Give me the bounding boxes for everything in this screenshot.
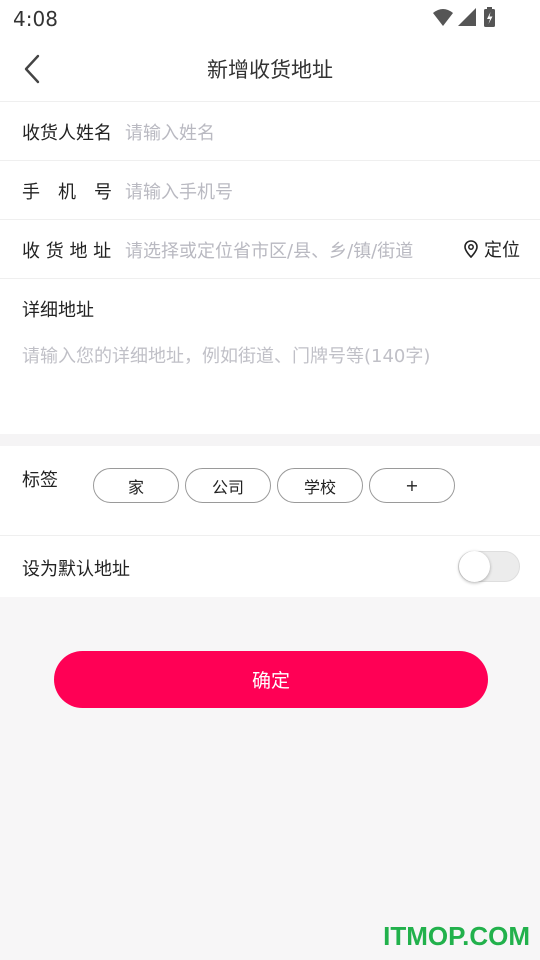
tag-company[interactable]: 公司 [185,468,271,503]
name-row: 收货人姓名 请输入姓名 [0,102,540,161]
phone-row: 手 机 号 请输入手机号 [0,161,540,220]
tag-home[interactable]: 家 [93,468,179,503]
detail-block: 详细地址 请输入您的详细地址，例如街道、门牌号等(140字) [0,279,540,434]
wifi-icon [433,9,453,26]
tag-list: 家 公司 学校 + [93,468,455,503]
tags-block: 标签 家 公司 学校 + [0,446,540,536]
region-row: 收 货 地 址 请选择或定位省市区/县、乡/镇/街道 定位 [0,220,540,279]
detail-label: 详细地址 [22,300,94,321]
region-select[interactable]: 请选择或定位省市区/县、乡/镇/街道 [125,237,413,263]
section-divider [0,434,540,446]
address-form: 收货人姓名 请输入姓名 手 机 号 请输入手机号 收 货 地 址 请选择或定位省… [0,102,540,597]
watermark: ITMOP.COM [383,921,530,951]
default-address-label: 设为默认地址 [22,559,130,580]
toggle-knob [459,551,490,582]
region-label: 收 货 地 址 [22,241,112,262]
header: 新增收货地址 [0,36,540,102]
locate-button[interactable]: 定位 [464,236,520,262]
add-tag-button[interactable]: + [369,468,455,503]
name-input[interactable]: 请输入姓名 [125,119,215,145]
tags-label: 标签 [22,470,58,491]
detail-input[interactable]: 请输入您的详细地址，例如街道、门牌号等(140字) [22,342,430,368]
phone-input[interactable]: 请输入手机号 [125,178,233,204]
locate-label: 定位 [484,240,520,261]
status-bar: 4:08 [0,0,540,36]
signal-icon [458,8,476,26]
default-address-toggle[interactable] [458,551,520,582]
battery-icon [484,7,495,27]
status-icons [432,7,502,29]
default-address-row: 设为默认地址 [0,536,540,597]
page-title: 新增收货地址 [207,58,333,82]
phone-label: 手 机 号 [22,182,112,203]
status-time: 4:08 [13,7,58,31]
name-label: 收货人姓名 [22,123,112,144]
tag-school[interactable]: 学校 [277,468,363,503]
confirm-button[interactable]: 确定 [54,651,488,708]
location-pin-icon [464,240,478,258]
